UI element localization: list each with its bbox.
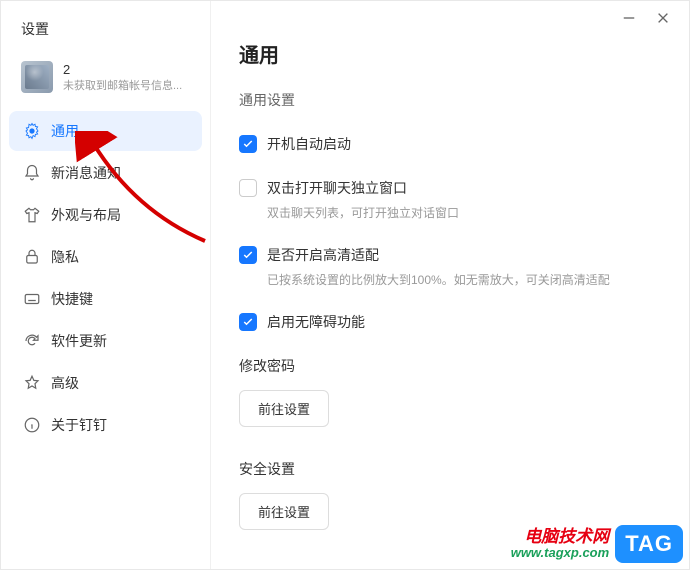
sidebar-item-label: 隐私 (51, 247, 79, 267)
option-desc: 双击聊天列表，可打开独立对话窗口 (267, 204, 661, 221)
watermark: 电脑技术网 www.tagxp.com TAG (511, 525, 683, 563)
watermark-url: www.tagxp.com (511, 546, 609, 560)
option-label: 开机自动启动 (267, 134, 351, 154)
sidebar-item-updates[interactable]: 软件更新 (9, 321, 202, 361)
option-autostart: 开机自动启动 (239, 134, 661, 154)
sidebar-item-label: 通用 (51, 121, 79, 141)
account-name: 2 (63, 62, 182, 77)
option-desc: 已按系统设置的比例放大到100%。如无需放大，可关闭高清适配 (267, 271, 661, 288)
sidebar-item-label: 外观与布局 (51, 205, 121, 225)
sidebar-item-label: 新消息通知 (51, 163, 121, 183)
shirt-icon (23, 206, 41, 224)
sidebar: 设置 2 未获取到邮箱帐号信息... 通用 新消息通知 (1, 1, 211, 569)
sidebar-item-privacy[interactable]: 隐私 (9, 237, 202, 277)
bell-icon (23, 164, 41, 182)
close-button[interactable] (655, 10, 671, 26)
titlebar (211, 1, 689, 35)
sidebar-item-shortcuts[interactable]: 快捷键 (9, 279, 202, 319)
avatar (21, 61, 53, 93)
checkbox-dblclick-chat[interactable] (239, 179, 257, 197)
minimize-button[interactable] (621, 10, 637, 26)
account-subtitle: 未获取到邮箱帐号信息... (63, 77, 182, 93)
sidebar-nav: 通用 新消息通知 外观与布局 隐私 (1, 107, 210, 449)
info-icon (23, 416, 41, 434)
change-password-button[interactable]: 前往设置 (239, 390, 329, 427)
sidebar-item-label: 关于钉钉 (51, 415, 107, 435)
sidebar-item-notifications[interactable]: 新消息通知 (9, 153, 202, 193)
option-dblclick-chat: 双击打开聊天独立窗口 双击聊天列表，可打开独立对话窗口 (239, 178, 661, 221)
page-title: 通用 (239, 39, 661, 68)
keyboard-icon (23, 290, 41, 308)
checkbox-accessibility[interactable] (239, 313, 257, 331)
lock-icon (23, 248, 41, 266)
option-label: 启用无障碍功能 (267, 312, 365, 332)
checkbox-autostart[interactable] (239, 135, 257, 153)
option-accessibility: 启用无障碍功能 (239, 312, 661, 332)
watermark-tag: TAG (615, 525, 683, 563)
security-settings-button[interactable]: 前往设置 (239, 493, 329, 530)
window-title: 设置 (1, 11, 210, 55)
change-password-heading: 修改密码 (239, 356, 661, 376)
main-panel: 通用 通用设置 开机自动启动 双击打开聊天独立窗口 双击聊天列表，可打开独立对话… (211, 1, 689, 569)
option-label: 是否开启高清适配 (267, 245, 379, 265)
sidebar-item-label: 软件更新 (51, 331, 107, 351)
sidebar-item-advanced[interactable]: 高级 (9, 363, 202, 403)
star-icon (23, 374, 41, 392)
sidebar-item-label: 高级 (51, 373, 79, 393)
gear-icon (23, 122, 41, 140)
sidebar-item-label: 快捷键 (51, 289, 93, 309)
watermark-cn: 电脑技术网 (524, 528, 609, 547)
option-hidpi: 是否开启高清适配 已按系统设置的比例放大到100%。如无需放大，可关闭高清适配 (239, 245, 661, 288)
sidebar-item-general[interactable]: 通用 (9, 111, 202, 151)
account-block[interactable]: 2 未获取到邮箱帐号信息... (1, 55, 210, 107)
checkbox-hidpi[interactable] (239, 246, 257, 264)
security-settings-heading: 安全设置 (239, 459, 661, 479)
sidebar-item-about[interactable]: 关于钉钉 (9, 405, 202, 445)
section-general-label: 通用设置 (239, 90, 661, 110)
refresh-icon (23, 332, 41, 350)
sidebar-item-appearance[interactable]: 外观与布局 (9, 195, 202, 235)
option-label: 双击打开聊天独立窗口 (267, 178, 407, 198)
